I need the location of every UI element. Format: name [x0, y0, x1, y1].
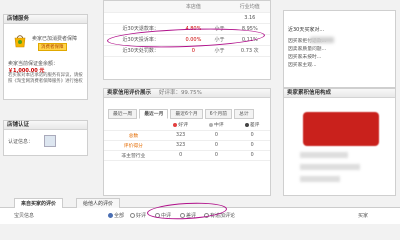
- box-title: 近30天买家对...: [288, 27, 325, 33]
- row-label: 非主营行业: [104, 150, 163, 161]
- column-header: 好评: [162, 120, 199, 131]
- good-rate: 好评率：99.75%: [158, 90, 202, 96]
- bad-count: 0: [234, 140, 270, 151]
- neutral-icon: [209, 122, 214, 127]
- certification-icon[interactable]: [44, 135, 56, 147]
- bad-count: 0: [234, 130, 270, 141]
- tab-from-buyers[interactable]: 来自买家的评价: [14, 198, 64, 208]
- panel-title: 店铺认证: [4, 121, 87, 130]
- filter-good[interactable]: 好评: [130, 212, 146, 219]
- panel-title: 卖家累积信用构成: [284, 89, 395, 98]
- column-header: 差评: [234, 120, 270, 131]
- tab-to-others[interactable]: 给他人的评价: [76, 198, 121, 208]
- period-tabs: 最近一周 最近一月 最近6个月 6个月前 总计: [108, 109, 254, 119]
- tab-month[interactable]: 最近一月: [139, 109, 169, 119]
- row-label: [104, 12, 178, 24]
- blurred-text: [310, 37, 334, 43]
- panel-title: 店铺服务: [4, 15, 87, 24]
- radio-icon: [108, 213, 113, 218]
- table-row: 3.16: [104, 12, 270, 24]
- shopping-bag-icon: [14, 35, 26, 48]
- consumer-protection-badge[interactable]: 消费者保障: [38, 43, 67, 51]
- service-note: 若买家对本店承诺的服务有异议，请按照《淘宝网消费者保障服务》进行维权: [8, 73, 83, 84]
- compare-value: [209, 12, 230, 24]
- column-header: 中评: [198, 120, 235, 131]
- mid-count: 0: [198, 130, 235, 141]
- store-value: [177, 12, 210, 24]
- review-title: 卖家信用评价展示: [107, 90, 152, 96]
- mid-count: 0: [198, 150, 235, 161]
- tab-before-6-months[interactable]: 6个月前: [204, 109, 233, 119]
- mid-count: 0: [198, 140, 235, 151]
- table-row: 非主营行业 0 0 0: [104, 150, 270, 161]
- deposit-row: 卖家当前保证金余额： ￥1,000.00 元: [8, 60, 87, 74]
- service-description: 卖家已加消费者保障: [32, 36, 78, 42]
- refund-reasons-box: 近30天买家对... 因买家拒付退款... 因卖家质量问题... 因买家未按时.…: [283, 10, 396, 88]
- reason-line: 因买家主观...: [288, 63, 317, 68]
- credit-graphic: [303, 112, 379, 146]
- panel-title: 卖家信用评价展示 好评率：99.75%: [104, 89, 270, 98]
- stats-header: [209, 1, 230, 13]
- stats-header: 行业均值: [229, 1, 270, 13]
- blurred-text: [300, 176, 340, 182]
- industry-value: 3.16: [229, 12, 270, 24]
- cert-label: 认证信息：: [8, 139, 34, 145]
- good-count: 0: [162, 150, 199, 161]
- blurred-text: [300, 164, 360, 170]
- blurred-text: [300, 152, 348, 158]
- stats-header: [104, 1, 178, 13]
- reason-line: 因卖家质量问题...: [288, 47, 327, 52]
- tab-week[interactable]: 最近一周: [108, 109, 138, 119]
- shop-certification-panel: 店铺认证 认证信息：: [3, 120, 88, 156]
- stats-header: 本店值: [177, 1, 210, 13]
- row-label: 评价得分: [104, 140, 163, 151]
- filter-all[interactable]: 全部: [108, 212, 124, 219]
- tab-total[interactable]: 总计: [234, 109, 254, 119]
- bad-icon: [244, 122, 249, 127]
- good-icon: [173, 122, 178, 127]
- radio-icon: [130, 213, 135, 218]
- good-count: 323: [162, 130, 199, 141]
- tab-6-months[interactable]: 最近6个月: [170, 109, 203, 119]
- table-row: 总数 323 0 0: [104, 130, 270, 141]
- compare-value: 小于: [209, 45, 230, 57]
- column-header: [104, 120, 163, 131]
- item-info-label: 宝贝信息: [14, 213, 35, 219]
- bad-count: 0: [234, 150, 270, 161]
- buyer-column-label: 买家: [358, 213, 369, 219]
- table-header-row: 好评 中评 差评: [104, 120, 270, 131]
- deposit-label: 卖家当前保证金余额：: [8, 61, 59, 67]
- industry-value: 0.73 次: [229, 45, 270, 57]
- credit-review-panel: 卖家信用评价展示 好评率：99.75% 最近一周 最近一月 最近6个月 6个月前…: [103, 88, 271, 196]
- shop-service-panel: 店铺服务 卖家已加消费者保障 消费者保障 卖家当前保证金余额： ￥1,000.0…: [3, 14, 88, 100]
- row-label: 总数: [104, 130, 163, 141]
- reason-line: 因买家未按时...: [288, 55, 322, 60]
- table-row: 评价得分 323 0 0: [104, 140, 270, 151]
- good-count: 323: [162, 140, 199, 151]
